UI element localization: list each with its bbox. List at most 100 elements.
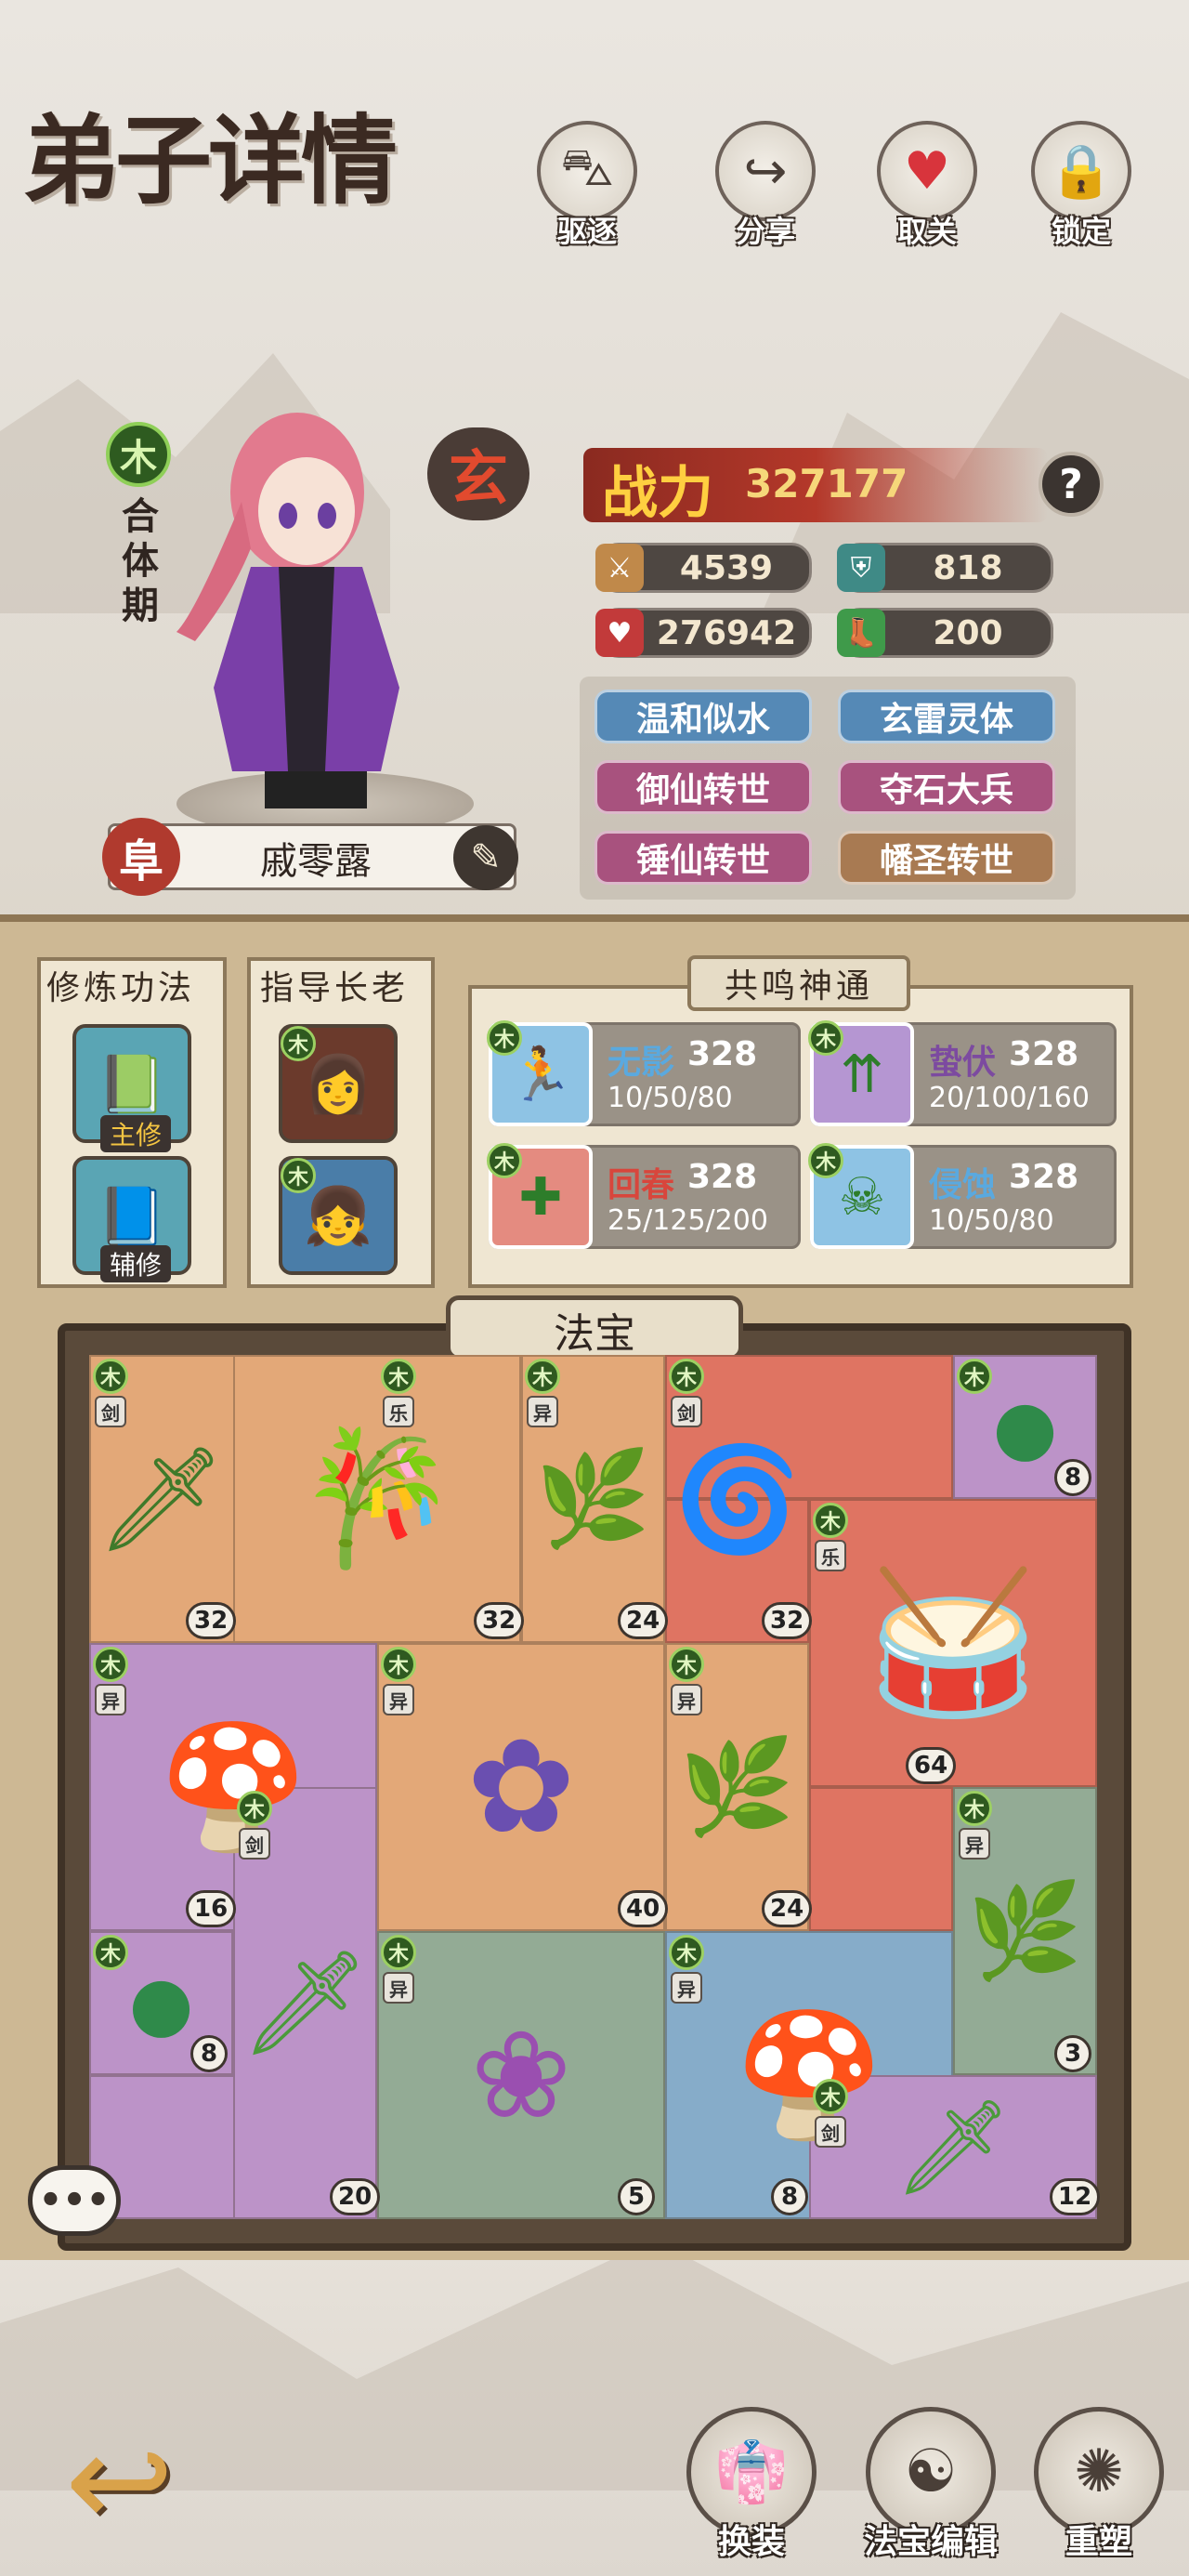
heart-icon: ♥ [877, 121, 977, 221]
ginseng-root-icon: 🌿 [535, 1444, 651, 1553]
skill-level: 328 [687, 1158, 758, 1196]
skill-values: 10/50/80 [929, 1204, 1054, 1237]
rename-brush-icon[interactable]: ✎ [453, 825, 518, 890]
hp-value: 276942 [656, 613, 797, 652]
treasure-level: 12 [1050, 2178, 1101, 2215]
skill-element-badge: 木 [808, 1143, 843, 1178]
defense-value: 818 [933, 548, 1003, 587]
power-value: 327177 [745, 461, 908, 506]
ginseng-root-icon: 🌿 [967, 1876, 1083, 1985]
violet-flower-icon: ✿ [466, 1711, 576, 1863]
treasure-element-badge: 木 [93, 1935, 128, 1970]
elder-avatar-icon: 👩 [303, 1051, 373, 1117]
skill-level: 328 [1009, 1035, 1079, 1073]
mentor-element-badge: 木 [281, 1026, 316, 1061]
cultivation-title: 修炼功法 [46, 969, 196, 1007]
trait-tag[interactable]: 玄雷灵体 [838, 690, 1055, 743]
mentors-title: 指导长老 [260, 969, 410, 1007]
attack-value: 4539 [679, 548, 774, 587]
treasure-type-tag: 剑 [815, 2116, 846, 2148]
treasure-level: 24 [618, 1602, 669, 1639]
chat-bubble-icon[interactable]: ••• [28, 2165, 121, 2236]
treasure-level: 32 [186, 1602, 237, 1639]
trait-tag[interactable]: 御仙转世 [594, 760, 812, 814]
skill-values: 20/100/160 [929, 1082, 1090, 1114]
skill-name: 蛰伏 [929, 1044, 997, 1082]
heart-icon: ♥ [595, 609, 644, 657]
treasure-element-badge: 木 [93, 1647, 128, 1682]
treasure-type-tag: 异 [671, 1684, 702, 1715]
treasure-cell [809, 1787, 953, 1931]
treasure-type-tag: 剑 [671, 1396, 702, 1427]
trait-tag[interactable]: 幡圣转世 [838, 831, 1055, 885]
treasure-type-tag: 异 [95, 1684, 126, 1715]
treasure-type-tag: 异 [671, 1972, 702, 2004]
boot-icon: ⛍ [537, 121, 637, 221]
treasure-type-tag: 异 [959, 1828, 990, 1860]
treasure-element-badge: 木 [525, 1359, 560, 1394]
resonance-title: 共鸣神通 [724, 967, 873, 1005]
treasure-item[interactable]: 🎋 [233, 1355, 521, 1643]
speed-value: 200 [933, 613, 1003, 652]
boot-icon: 👢 [837, 609, 885, 657]
trait-tag[interactable]: 锤仙转世 [594, 831, 812, 885]
skill-element-badge: 木 [487, 1020, 522, 1056]
skill-name: 无影 [608, 1044, 675, 1082]
expel-button[interactable]: ⛍ 驱逐 [522, 121, 652, 269]
grade-badge: 玄 [427, 427, 529, 520]
power-help-button[interactable]: ? [1039, 452, 1104, 517]
treasure-edit-button[interactable]: ☯ 法宝编辑 [856, 2407, 1005, 2565]
realm-label: 合体期 [115, 496, 158, 630]
treasure-level: 8 [190, 2035, 228, 2072]
back-arrow-icon[interactable]: ↩ [65, 2417, 214, 2547]
treasure-element-badge: 木 [669, 1647, 704, 1682]
treasure-type-tag: 乐 [815, 1540, 846, 1571]
skill-element-badge: 木 [487, 1143, 522, 1178]
skill-values: 25/125/200 [608, 1204, 768, 1237]
trait-tag[interactable]: 夺石大兵 [838, 760, 1055, 814]
expel-label: 驱逐 [556, 214, 617, 249]
treasure-item[interactable]: ❀ [377, 1931, 665, 2219]
treasure-element-badge: 木 [93, 1359, 128, 1394]
treasure-element-badge: 木 [381, 1359, 416, 1394]
mentor-element-badge: 木 [281, 1158, 316, 1193]
treasure-type-tag: 异 [383, 1972, 414, 2004]
treasure-type-tag: 剑 [239, 1828, 270, 1860]
treasure-element-badge: 木 [669, 1359, 704, 1394]
reshape-button[interactable]: ✺ 重塑 [1029, 2407, 1169, 2565]
sword-icon: ⚔ [595, 544, 644, 592]
treasure-level: 3 [1054, 2035, 1091, 2072]
unfollow-button[interactable]: ♥ 取关 [862, 121, 992, 269]
treasure-level: 20 [330, 2178, 381, 2215]
shield-icon: ⛨ [837, 544, 885, 592]
jade-greatsword-icon: 🗡 [240, 1943, 371, 2062]
treasure-level: 40 [618, 1890, 669, 1927]
share-button[interactable]: ↪ 分享 [700, 121, 830, 269]
vine-blade-icon: 🌀 [673, 1439, 801, 1558]
treasure-item[interactable]: ✿ [377, 1643, 665, 1931]
lock-button[interactable]: 🔒 锁定 [1016, 121, 1146, 269]
bamboo-flute-icon: 🎋 [295, 1423, 459, 1574]
treasure-type-tag: 异 [527, 1396, 558, 1427]
treasure-level: 16 [186, 1890, 237, 1927]
skill-element-badge: 木 [808, 1020, 843, 1056]
defense-stat: ⛨ 818 [837, 543, 1053, 593]
treasure-item[interactable]: 🥁 [809, 1499, 1097, 1787]
purple-bloom-icon: ❀ [470, 2004, 572, 2146]
outfit-button[interactable]: 👘 换装 [682, 2407, 821, 2565]
lock-label: 锁定 [1051, 214, 1111, 249]
ginseng-root-icon: 🌿 [679, 1732, 795, 1841]
treasure-element-badge: 木 [381, 1647, 416, 1682]
attack-stat: ⚔ 4539 [595, 543, 812, 593]
treasure-level: 32 [762, 1602, 813, 1639]
treasure-element-badge: 木 [957, 1359, 992, 1394]
treasure-type-tag: 异 [383, 1684, 414, 1715]
vine-dagger-icon: 🗡 [894, 2092, 1013, 2201]
rank-badge: 阜 [102, 818, 180, 896]
skill-level: 328 [1009, 1158, 1079, 1196]
skill-level: 328 [687, 1035, 758, 1073]
jade-orb-icon: ● [992, 1384, 1058, 1470]
trait-tag[interactable]: 温和似水 [594, 690, 812, 743]
sub-technique-label: 辅修 [100, 1245, 172, 1282]
character-name: 戚零露 [260, 840, 372, 883]
